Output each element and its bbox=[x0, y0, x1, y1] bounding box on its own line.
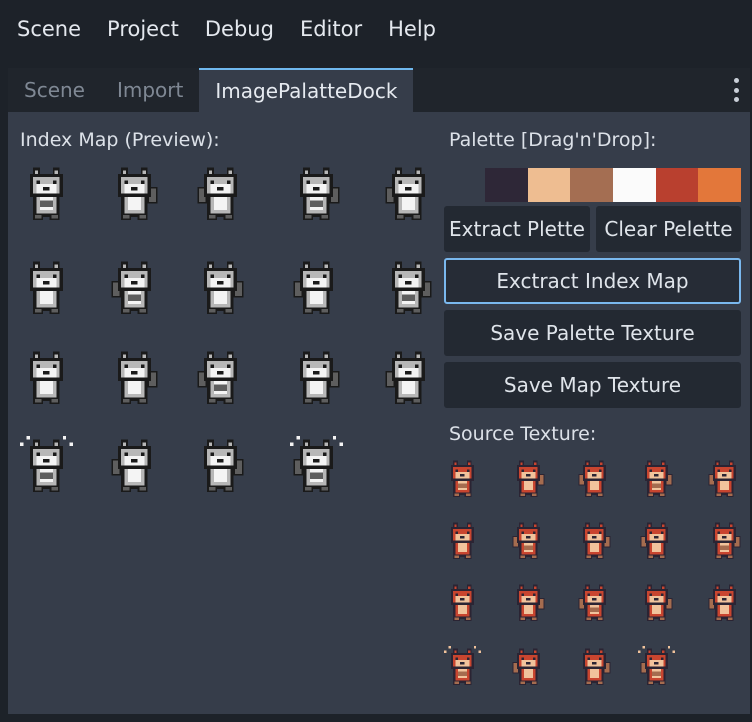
image-palatte-dock-panel: Index Map (Preview): Palette [Drag'n'Dro… bbox=[8, 112, 750, 714]
sprite-frame-image bbox=[450, 522, 474, 560]
extract-palette-button[interactable]: Extract Plette bbox=[444, 206, 590, 252]
sprite-frame-image bbox=[638, 646, 675, 686]
palette-swatch[interactable] bbox=[570, 168, 614, 202]
sprite-frame-image bbox=[20, 436, 73, 493]
menu-bar: Scene Project Debug Editor Help bbox=[0, 0, 752, 58]
sprite-frame-image bbox=[203, 439, 244, 493]
sprite-frame-image bbox=[512, 648, 540, 686]
save-palette-texture-button[interactable]: Save Palette Texture bbox=[444, 310, 741, 356]
sprite-frame-image bbox=[111, 439, 151, 493]
menu-editor[interactable]: Editor bbox=[287, 0, 375, 58]
sprite-frame-image bbox=[450, 460, 474, 498]
sprite-frame-image bbox=[385, 351, 425, 405]
index-map-label: Index Map (Preview): bbox=[20, 129, 220, 151]
tab-import[interactable]: Import bbox=[101, 68, 199, 112]
sprite-frame-image bbox=[516, 584, 545, 622]
sprite-frame-image bbox=[385, 167, 425, 221]
tab-image-palatte-dock[interactable]: ImagePalatteDock bbox=[199, 68, 414, 112]
save-map-texture-button[interactable]: Save Map Texture bbox=[444, 362, 741, 408]
sprite-frame-image bbox=[708, 460, 736, 498]
sprite-frame-image bbox=[299, 351, 340, 405]
menu-help[interactable]: Help bbox=[375, 0, 449, 58]
sprite-frame-image bbox=[582, 648, 611, 686]
sprite-frame-image bbox=[582, 522, 611, 560]
sprite-frame-image bbox=[197, 351, 237, 405]
source-texture-label: Source Texture: bbox=[449, 423, 597, 445]
sprite-frame-image bbox=[578, 584, 606, 622]
sprite-frame-image bbox=[712, 522, 741, 560]
sprite-frame-image bbox=[578, 460, 606, 498]
tab-scene[interactable]: Scene bbox=[8, 68, 101, 112]
sprite-frame-image bbox=[640, 522, 668, 560]
palette-swatch[interactable] bbox=[613, 168, 656, 202]
palette-swatch[interactable] bbox=[527, 168, 571, 202]
sprite-frame-image bbox=[117, 351, 158, 405]
sprite-frame-image bbox=[644, 460, 673, 498]
sprite-frame-image bbox=[117, 167, 158, 221]
sprite-frame-image bbox=[197, 167, 237, 221]
extract-index-map-button[interactable]: Exctract Index Map bbox=[444, 258, 741, 304]
sprite-frame-image bbox=[290, 436, 343, 493]
palette-swatch[interactable] bbox=[655, 168, 699, 202]
sprite-frame-image bbox=[29, 261, 63, 315]
sprite-frame-image bbox=[450, 584, 474, 622]
sprite-frame-image bbox=[111, 261, 151, 315]
sprite-frame-image bbox=[391, 261, 432, 315]
sprite-frame-image bbox=[203, 261, 244, 315]
palette-swatch[interactable] bbox=[698, 168, 742, 202]
menu-debug[interactable]: Debug bbox=[192, 0, 287, 58]
sprite-frame-image bbox=[444, 646, 481, 686]
dock-tab-bar: Scene Import ImagePalatteDock bbox=[8, 68, 750, 112]
sprite-frame-image bbox=[708, 584, 736, 622]
sprite-frame-image bbox=[29, 167, 63, 221]
sprite-frame-image bbox=[299, 167, 340, 221]
clear-palette-button[interactable]: Clear Pelette bbox=[596, 206, 741, 252]
palette-label: Palette [Drag'n'Drop]: bbox=[449, 129, 657, 151]
palette-swatch[interactable] bbox=[485, 168, 528, 202]
sprite-frame-image bbox=[29, 351, 63, 405]
sprite-frame-image bbox=[516, 460, 545, 498]
sprite-frame-image bbox=[293, 261, 333, 315]
palette-swatches[interactable] bbox=[485, 168, 742, 202]
menu-scene[interactable]: Scene bbox=[0, 0, 94, 58]
menu-project[interactable]: Project bbox=[94, 0, 192, 58]
sprite-frame-image bbox=[644, 584, 673, 622]
tab-options-kebab-icon[interactable] bbox=[734, 78, 740, 102]
sprite-frame-image bbox=[512, 522, 540, 560]
